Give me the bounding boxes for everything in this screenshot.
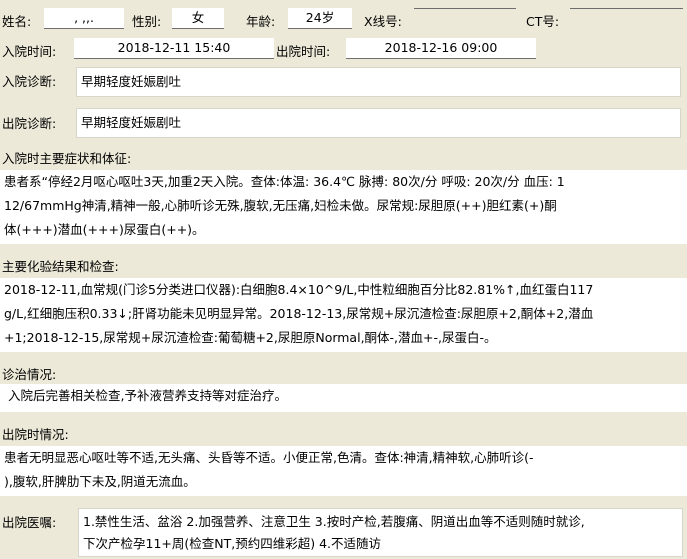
discharge-status-text[interactable]: 患者无明显恶心呕吐等不适,无头痛、头昏等不适。小便正常,色清。查体:神清,精神软…: [0, 446, 687, 496]
gender-field[interactable]: 女: [172, 8, 224, 29]
gender-label: 性别:: [132, 14, 162, 29]
lab-line: 2018-12-11,血常规(门诊5分类进口仪器):白细胞8.4×10^9/L,…: [4, 282, 594, 297]
lab-line: +1;2018-12-15,尿常规+尿沉渣检查:葡萄糖+2,尿胆原Normal,…: [4, 330, 497, 345]
treatment-label: 诊治情况:: [2, 367, 57, 382]
symptoms-label: 入院时主要症状和体征:: [2, 151, 132, 166]
name-label: 姓名:: [2, 14, 32, 29]
discharge-time-label: 出院时间:: [276, 44, 331, 59]
discharge-orders-label: 出院医嘱:: [2, 515, 57, 530]
symptoms-line: 12/67mmHg神清,精神一般,心肺听诊无殊,腹软,无压痛,妇检未做。尿常规:…: [4, 198, 557, 213]
symptoms-text[interactable]: 患者系“停经2月呕心呕吐3天,加重2天入院。查体:体温: 36.4℃ 脉搏: 8…: [0, 170, 687, 244]
orders-line: 1.禁性生活、盆浴 2.加强营养、注意卫生 3.按时产检,若腹痛、阴道出血等不适…: [83, 514, 585, 529]
treatment-line: 入院后完善相关检查,予补液营养支持等对症治疗。: [8, 388, 287, 403]
discharge-status-line: ),腹软,肝脾肋下未及,阴道无流血。: [4, 474, 196, 489]
admission-time-label: 入院时间:: [2, 44, 57, 59]
discharge-diagnosis-field[interactable]: 早期轻度妊娠剧吐: [76, 108, 681, 138]
xray-field[interactable]: [414, 8, 516, 9]
treatment-text[interactable]: 入院后完善相关检查,予补液营养支持等对症治疗。: [0, 384, 687, 412]
age-label: 年龄:: [246, 14, 276, 29]
ct-field[interactable]: [570, 8, 683, 9]
discharge-diagnosis-label: 出院诊断:: [2, 116, 57, 131]
age-field[interactable]: 24岁: [288, 8, 352, 29]
discharge-time-field[interactable]: 2018-12-16 09:00: [346, 38, 536, 59]
xray-label: X线号:: [364, 14, 402, 29]
discharge-status-label: 出院时情况:: [2, 427, 69, 442]
discharge-status-line: 患者无明显恶心呕吐等不适,无头痛、头昏等不适。小便正常,色清。查体:神清,精神软…: [4, 450, 534, 465]
name-field[interactable]: , ,,.: [44, 8, 124, 29]
admission-diagnosis-field[interactable]: 早期轻度妊娠剧吐: [76, 67, 681, 97]
ct-label: CT号:: [526, 14, 560, 29]
lab-results-text[interactable]: 2018-12-11,血常规(门诊5分类进口仪器):白细胞8.4×10^9/L,…: [0, 278, 687, 352]
orders-line: 下次产检孕11+周(检查NT,预约四维彩超) 4.不适随访: [83, 536, 381, 551]
admission-diagnosis-label: 入院诊断:: [2, 74, 57, 89]
lab-line: g/L,红细胞压积0.33↓;肝肾功能未见明显异常。2018-12-13,尿常规…: [4, 306, 594, 321]
symptoms-line: 患者系“停经2月呕心呕吐3天,加重2天入院。查体:体温: 36.4℃ 脉搏: 8…: [4, 174, 565, 189]
symptoms-line: 体(+++)潜血(+++)尿蛋白(++)。: [4, 222, 205, 237]
discharge-orders-field[interactable]: 1.禁性生活、盆浴 2.加强营养、注意卫生 3.按时产检,若腹痛、阴道出血等不适…: [78, 508, 683, 557]
lab-results-label: 主要化验结果和检查:: [2, 259, 119, 274]
admission-time-field[interactable]: 2018-12-11 15:40: [74, 38, 274, 59]
